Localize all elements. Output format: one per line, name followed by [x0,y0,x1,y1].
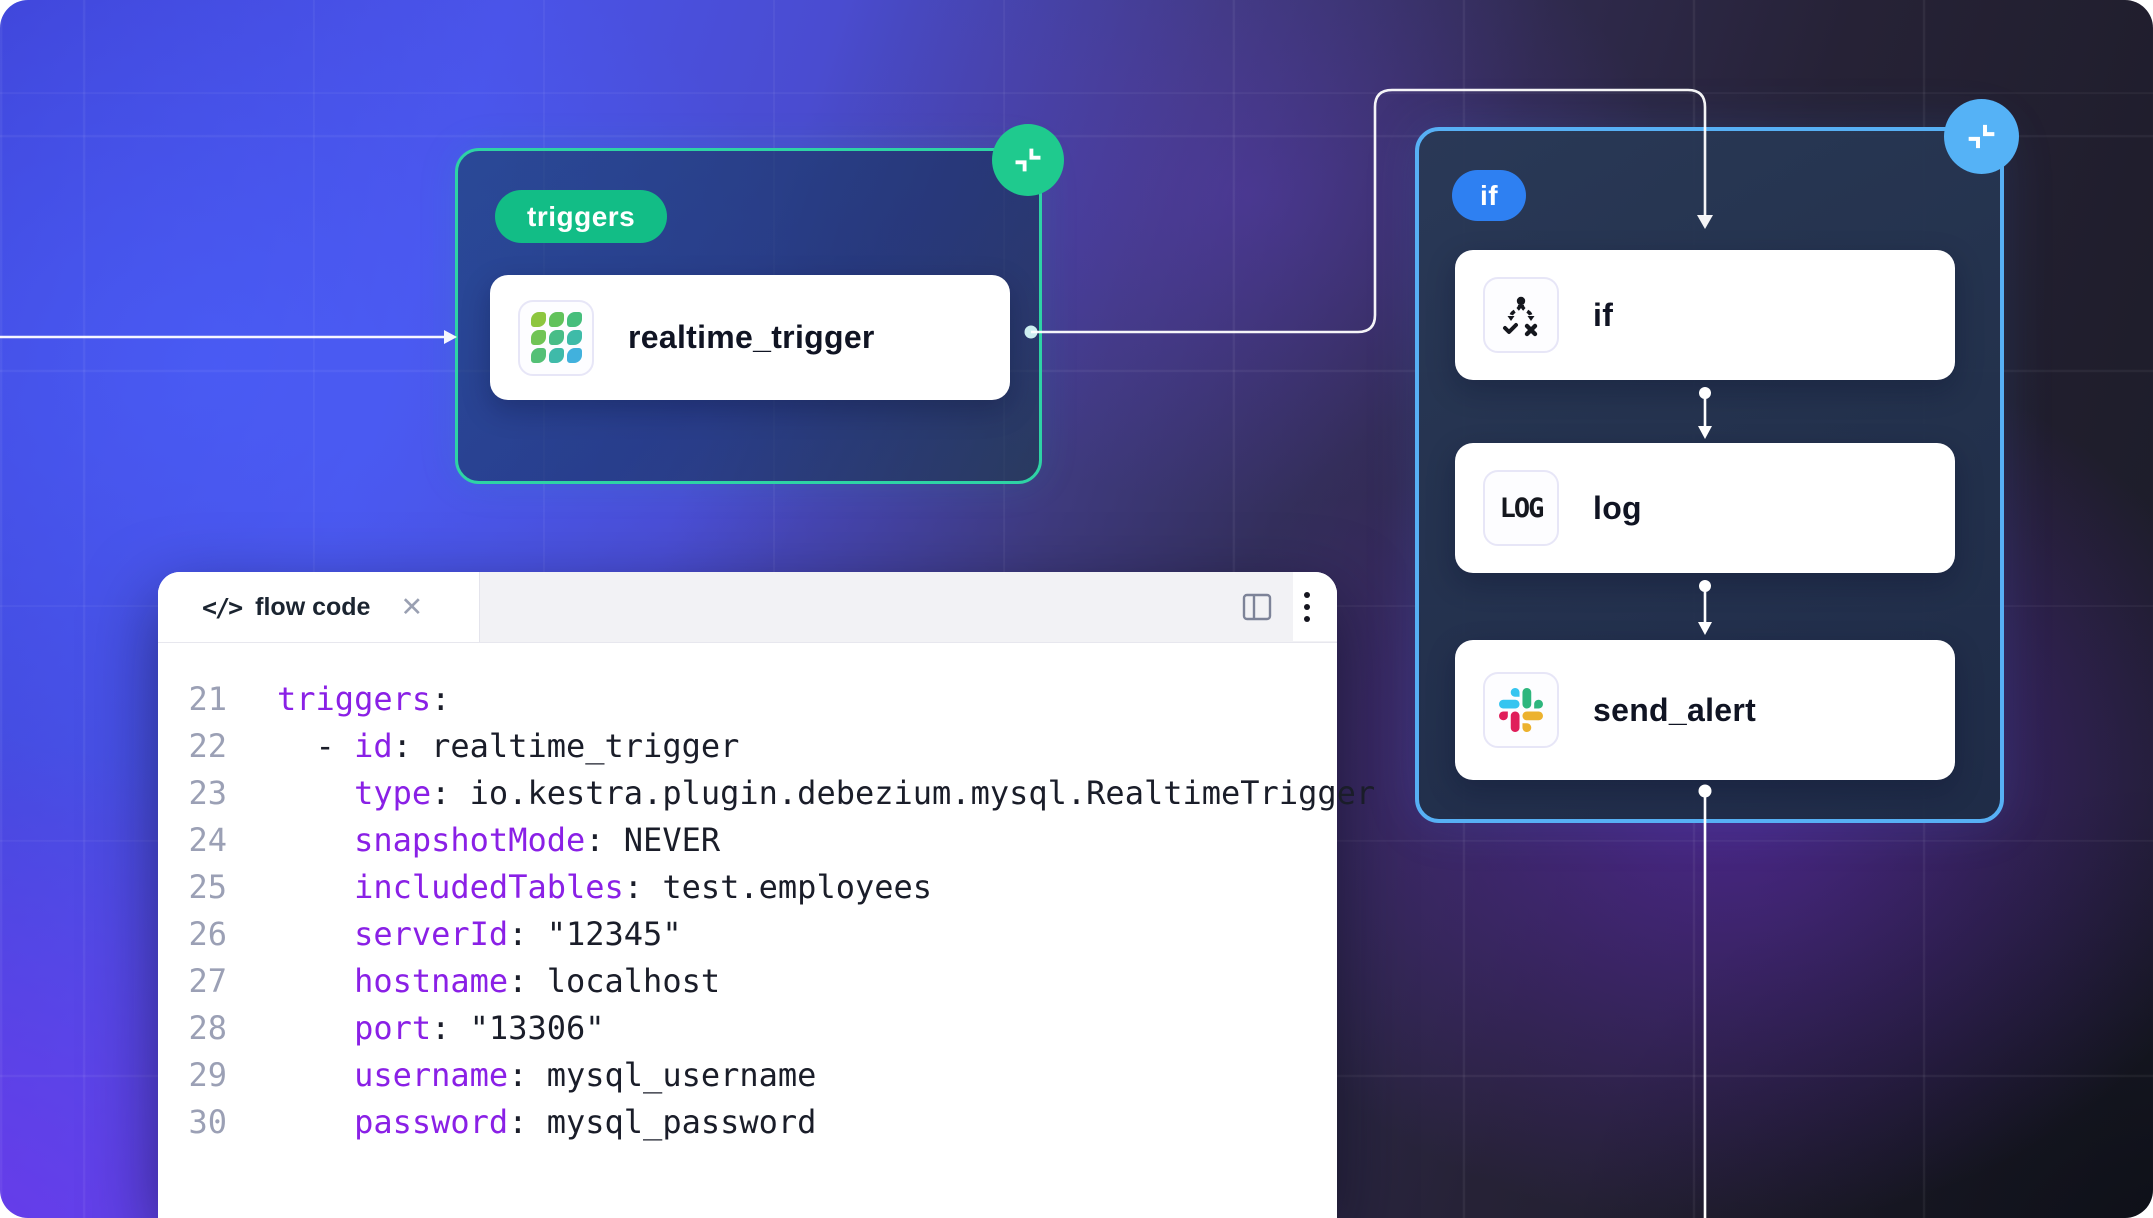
trigger-group-pill-label: triggers [527,201,635,233]
flow-branch-icon [1483,277,1559,353]
workflow-canvas: triggers realtime_trigger if [0,0,2153,1218]
node-label: if [1593,297,1613,334]
if-group-collapse-button[interactable] [1944,99,2019,174]
code-line: 27 hostname: localhost [158,958,1337,1005]
code-line: 28 port: "13306" [158,1005,1337,1052]
flow-code-panel: </> flow code ✕ 21triggers:22 - id: real… [158,572,1337,1218]
node-log[interactable]: LOG log [1455,443,1955,573]
split-view-button[interactable] [1241,591,1273,623]
node-if[interactable]: if [1455,250,1955,380]
code-line: 23 type: io.kestra.plugin.debezium.mysql… [158,770,1337,817]
slack-icon [1483,672,1559,748]
code-line: 21triggers: [158,676,1337,723]
split-view-icon [1241,591,1273,623]
close-icon[interactable]: ✕ [400,592,423,623]
debezium-icon [518,300,594,376]
node-realtime-trigger[interactable]: realtime_trigger [490,275,1010,400]
code-line: 24 snapshotMode: NEVER [158,817,1337,864]
tab-flow-code[interactable]: </> flow code ✕ [158,572,480,642]
log-icon-text: LOG [1500,493,1543,524]
code-line: 22 - id: realtime_trigger [158,723,1337,770]
code-line: 26 serverId: "12345" [158,911,1337,958]
panel-tabbar: </> flow code ✕ [158,572,1337,643]
code-lines: 21triggers:22 - id: realtime_trigger23 t… [158,676,1337,1146]
trigger-group-pill: triggers [495,190,667,243]
node-send-alert[interactable]: send_alert [1455,640,1955,780]
code-line: 29 username: mysql_username [158,1052,1337,1099]
node-label: send_alert [1593,692,1756,729]
collapse-icon [1011,143,1045,177]
collapse-icon [1964,119,1999,154]
code-icon: </> [202,593,241,622]
code-line: 25 includedTables: test.employees [158,864,1337,911]
node-label: realtime_trigger [628,319,875,356]
if-group-pill-label: if [1480,180,1498,212]
code-line: 30 password: mysql_password [158,1099,1337,1146]
kebab-menu-button[interactable] [1289,589,1325,625]
trigger-group-collapse-button[interactable] [992,124,1064,196]
if-group-pill: if [1452,170,1526,221]
tab-label: flow code [255,593,370,622]
code-editor[interactable]: 21triggers:22 - id: realtime_trigger23 t… [158,643,1337,1146]
log-icon: LOG [1483,470,1559,546]
node-label: log [1593,490,1642,527]
